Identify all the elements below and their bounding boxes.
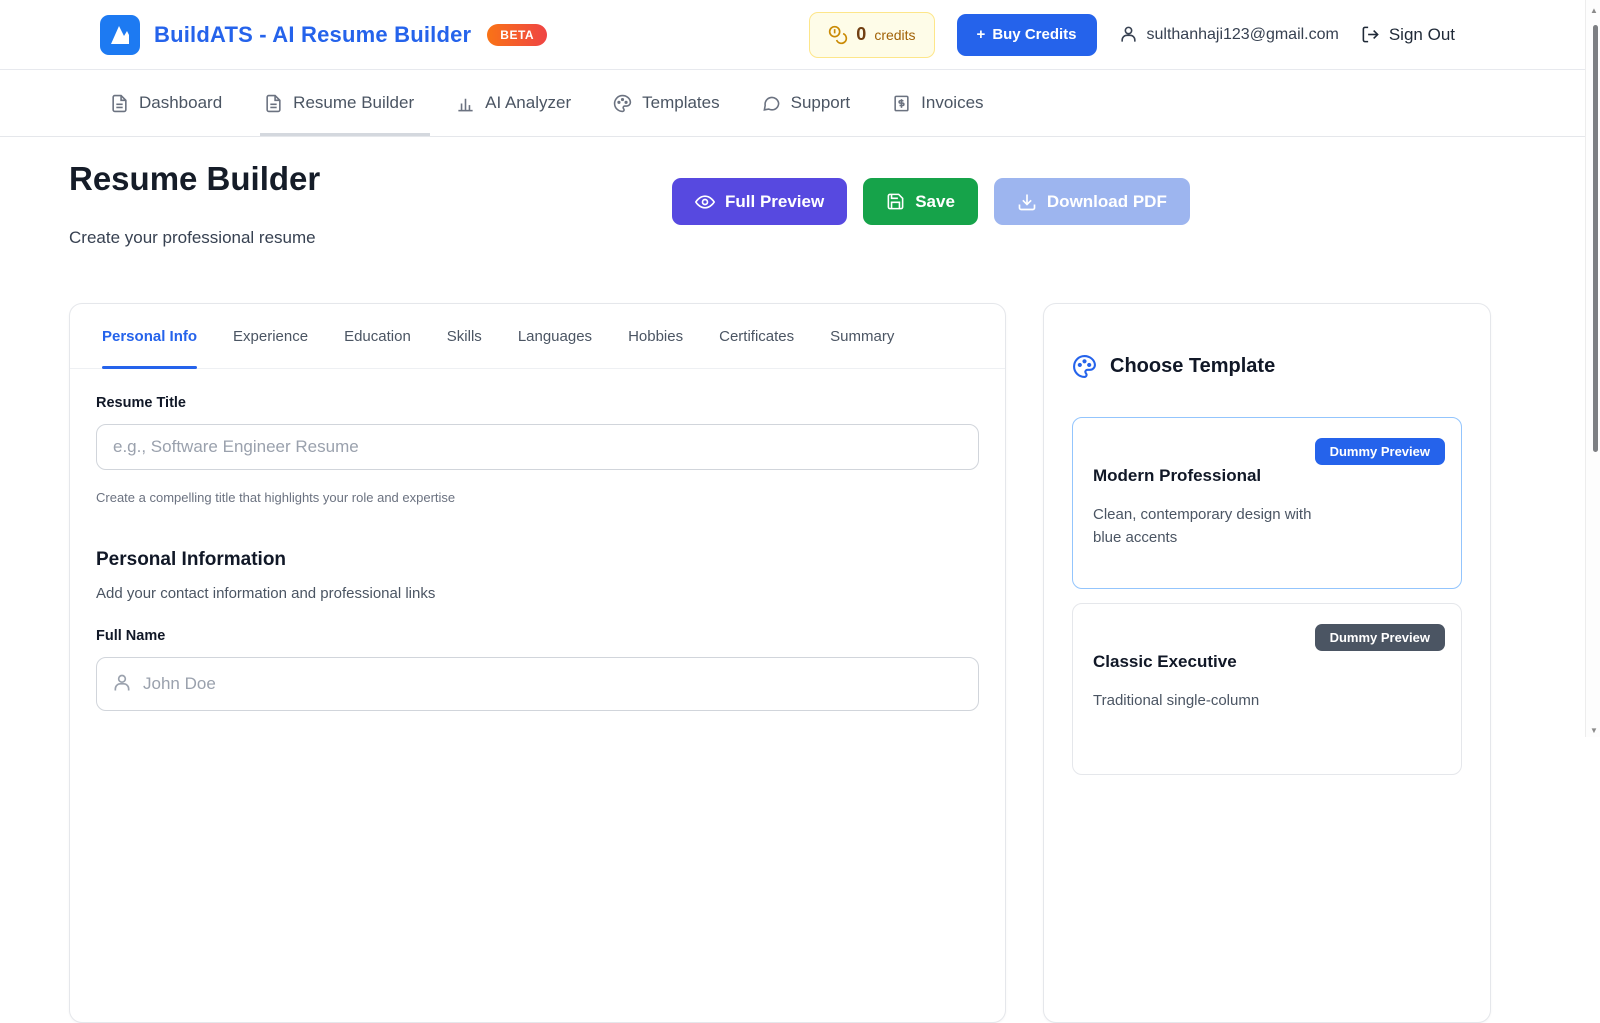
page-title: Resume Builder <box>69 160 321 197</box>
tab-skills[interactable]: Skills <box>447 304 482 368</box>
resume-title-label: Resume Title <box>96 395 186 411</box>
user-email: sulthanhaji123@gmail.com <box>1146 25 1339 43</box>
buy-credits-button[interactable]: + Buy Credits <box>956 13 1097 56</box>
template-description: Traditional single-column <box>1093 692 1260 709</box>
scroll-down-arrow-icon[interactable]: ▼ <box>1590 726 1598 735</box>
app-header: BuildATS - AI Resume Builder BETA 0 cred… <box>0 0 1600 70</box>
template-name: Classic Executive <box>1093 652 1237 671</box>
personal-information-subheading: Add your contact information and profess… <box>96 585 436 602</box>
nav-label: Templates <box>642 93 720 112</box>
brand: BuildATS - AI Resume Builder BETA <box>100 14 548 55</box>
tab-languages[interactable]: Languages <box>518 304 592 368</box>
sign-out-button[interactable]: Sign Out <box>1361 25 1455 45</box>
nav-label: Dashboard <box>139 93 223 112</box>
full-preview-label: Full Preview <box>725 191 825 211</box>
page-subtitle: Create your professional resume <box>69 228 316 247</box>
template-name: Modern Professional <box>1093 466 1262 485</box>
invoice-icon <box>894 95 909 111</box>
tab-hobbies[interactable]: Hobbies <box>628 304 683 368</box>
tab-experience[interactable]: Experience <box>233 304 308 368</box>
save-label: Save <box>915 191 955 211</box>
resume-title-input[interactable] <box>96 424 979 470</box>
coins-icon <box>829 25 848 44</box>
nav-label: Resume Builder <box>293 93 415 112</box>
dummy-preview-badge[interactable]: Dummy Preview <box>1314 624 1445 651</box>
nav-item-templates[interactable]: Templates <box>613 70 720 136</box>
dummy-preview-badge[interactable]: Dummy Preview <box>1314 438 1445 465</box>
tab-personal-info[interactable]: Personal Info <box>102 304 198 369</box>
nav-label: Invoices <box>921 93 984 112</box>
form-tabs: Personal Info Experience Education Skill… <box>70 304 1005 369</box>
save-button[interactable]: Save <box>863 178 978 225</box>
download-pdf-label: Download PDF <box>1046 191 1167 211</box>
choose-template-card: Choose Template Dummy Preview Modern Pro… <box>1043 303 1491 1023</box>
credits-count: 0 <box>856 24 867 44</box>
file-icon <box>266 94 281 112</box>
app-logo-icon <box>100 14 140 55</box>
save-icon <box>887 193 904 210</box>
personal-information-heading: Personal Information <box>96 549 287 570</box>
nav-item-ai-analyzer[interactable]: AI Analyzer <box>456 70 571 136</box>
main-nav: Dashboard Resume Builder AI Analyzer Tem… <box>0 70 1600 137</box>
file-icon <box>112 94 127 112</box>
form-body: Resume Title Create a compelling title t… <box>70 369 1005 711</box>
eye-icon <box>695 194 715 209</box>
full-name-input-wrap <box>96 657 979 711</box>
choose-template-header: Choose Template <box>1072 354 1462 379</box>
choose-template-title: Choose Template <box>1110 355 1276 377</box>
tab-certificates[interactable]: Certificates <box>719 304 794 368</box>
download-pdf-button[interactable]: Download PDF <box>993 178 1190 225</box>
beta-badge: BETA <box>487 23 548 46</box>
bar-chart-icon <box>458 98 473 111</box>
download-icon <box>1018 194 1036 210</box>
credits-indicator: 0 credits <box>809 11 935 58</box>
full-name-label: Full Name <box>96 628 166 644</box>
user-icon <box>114 674 130 691</box>
nav-item-invoices[interactable]: Invoices <box>892 70 984 136</box>
buy-credits-label: Buy Credits <box>992 26 1077 43</box>
scrollbar-thumb[interactable] <box>1593 25 1598 452</box>
nav-item-resume-builder[interactable]: Resume Builder <box>260 70 431 136</box>
palette-icon <box>1073 355 1096 378</box>
full-name-input[interactable] <box>96 657 979 711</box>
tab-summary[interactable]: Summary <box>830 304 894 368</box>
logo-mountain-glyph <box>111 25 129 44</box>
vertical-scrollbar[interactable]: ▲ ▼ <box>1585 0 1600 737</box>
user-account: sulthanhaji123@gmail.com <box>1119 25 1339 44</box>
credits-label: credits <box>874 26 916 43</box>
tab-education[interactable]: Education <box>344 304 411 368</box>
page-actions: Full Preview Save Download PDF <box>672 178 1190 225</box>
sign-out-label: Sign Out <box>1388 24 1455 44</box>
header-right: 0 credits + Buy Credits sulthanhaji123@g… <box>809 11 1455 58</box>
full-name-field: Full Name <box>96 628 979 711</box>
template-card-modern-professional[interactable]: Dummy Preview Modern Professional Clean,… <box>1072 417 1462 589</box>
plus-icon: + <box>976 26 986 43</box>
nav-item-dashboard[interactable]: Dashboard <box>110 70 222 136</box>
template-description: Clean, contemporary design with blue acc… <box>1093 506 1312 546</box>
palette-icon <box>613 94 632 112</box>
sign-out-icon <box>1362 26 1379 43</box>
chat-bubble-icon <box>763 96 780 111</box>
nav-label: AI Analyzer <box>485 93 572 112</box>
template-card-classic-executive[interactable]: Dummy Preview Classic Executive Traditio… <box>1072 603 1462 775</box>
scroll-up-arrow-icon[interactable]: ▲ <box>1590 6 1598 15</box>
resume-form-card: Personal Info Experience Education Skill… <box>69 303 1006 1023</box>
app-title: BuildATS - AI Resume Builder <box>154 21 472 47</box>
resume-title-helper: Create a compelling title that highlight… <box>96 490 456 505</box>
nav-item-support[interactable]: Support <box>762 70 851 136</box>
full-preview-button[interactable]: Full Preview <box>672 178 848 225</box>
nav-label: Support <box>790 93 851 112</box>
user-icon <box>1120 26 1136 42</box>
